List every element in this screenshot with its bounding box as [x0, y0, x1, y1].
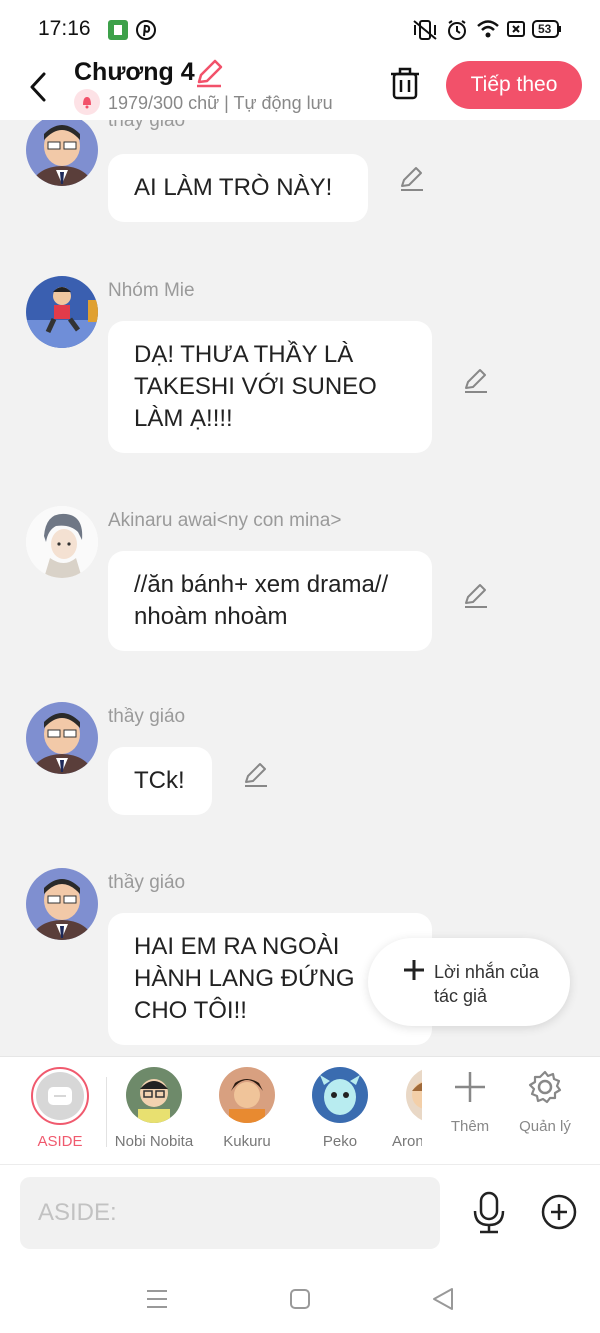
- edit-message-button[interactable]: [462, 581, 490, 609]
- delete-button[interactable]: [386, 64, 424, 102]
- message-bubble[interactable]: TCk!: [108, 747, 212, 815]
- character-strip: ASIDE Nobi Nobita Kukuru Peko Aron Thêm: [0, 1056, 600, 1164]
- status-time: 17:16: [38, 17, 91, 40]
- character-name: Nobi Nobita: [114, 1133, 194, 1150]
- chat-area[interactable]: thầy giáo AI LÀM TRÒ NÀY! Nhóm Mie DẠ! T…: [0, 120, 600, 1055]
- pencil-icon: [465, 369, 487, 393]
- plus-icon: [455, 1072, 485, 1102]
- character-aside[interactable]: ASIDE: [20, 1067, 100, 1150]
- avatar: [312, 1067, 368, 1123]
- back-nav-button[interactable]: [428, 1284, 458, 1314]
- alarm-icon: [446, 19, 468, 46]
- back-button[interactable]: [18, 64, 58, 104]
- pencil-icon: [197, 59, 223, 88]
- status-bar: 17:16 53: [0, 0, 600, 58]
- pencil-icon: [465, 584, 487, 608]
- system-nav-bar: [0, 1264, 600, 1333]
- home-square-icon: [290, 1289, 310, 1309]
- gear-icon: [528, 1070, 562, 1104]
- voice-input-button[interactable]: [470, 1191, 508, 1235]
- pinterest-icon: [136, 20, 156, 45]
- avatar: [126, 1067, 182, 1123]
- message-bubble[interactable]: AI LÀM TRÒ NÀY!: [108, 154, 368, 222]
- add-character-button[interactable]: Thêm: [435, 1069, 505, 1135]
- app-notification-icon: [108, 20, 128, 45]
- vibrate-off-icon: [412, 19, 438, 46]
- character-peko[interactable]: Peko: [300, 1067, 380, 1150]
- manage-characters-button[interactable]: Quản lý: [510, 1069, 580, 1135]
- sender-name: thầy giáo: [108, 706, 186, 727]
- pencil-icon: [245, 763, 267, 787]
- avatar-akinaru[interactable]: [26, 506, 98, 578]
- character-aron[interactable]: Aron: [392, 1067, 422, 1150]
- avatar-teacher[interactable]: [26, 702, 98, 774]
- character-nobita[interactable]: Nobi Nobita: [114, 1067, 194, 1150]
- message-icon: [48, 1087, 72, 1105]
- header: Chương 4 1979/300 chữ | Tự động lưu Tiếp…: [0, 58, 600, 120]
- back-triangle-icon: [433, 1288, 453, 1310]
- edit-title-button[interactable]: [194, 58, 224, 88]
- add-content-button[interactable]: [540, 1193, 578, 1231]
- autosave-indicator: [74, 89, 100, 115]
- character-name: ASIDE: [37, 1133, 83, 1150]
- sender-name: Nhóm Mie: [108, 280, 195, 301]
- battery-level: 53: [538, 22, 552, 36]
- avatar: [219, 1067, 275, 1123]
- plus-icon: [404, 960, 424, 980]
- menu-icon: [147, 1290, 167, 1308]
- next-button[interactable]: Tiếp theo: [446, 61, 582, 109]
- trash-icon: [391, 67, 419, 100]
- avatar: [406, 1067, 422, 1123]
- character-kukuru[interactable]: Kukuru: [207, 1067, 287, 1150]
- input-bar: [0, 1164, 600, 1264]
- message-input[interactable]: [20, 1177, 440, 1249]
- edit-message-button[interactable]: [242, 760, 270, 788]
- plus-circle-icon: [541, 1194, 577, 1230]
- message-bubble[interactable]: //ăn bánh+ xem drama// nhoàm nhoàm: [108, 551, 432, 651]
- aside-avatar: [31, 1067, 89, 1125]
- manage-label: Quản lý: [519, 1118, 571, 1135]
- avatar-teacher[interactable]: [26, 120, 98, 186]
- sender-name: thầy giáo: [108, 872, 186, 893]
- message-bubble[interactable]: DẠ! THƯA THẦY LÀ TAKESHI VỚI SUNEO LÀM Ạ…: [108, 321, 432, 453]
- home-nav-button[interactable]: [285, 1284, 315, 1314]
- add-label: Thêm: [450, 1118, 490, 1135]
- sender-name: thầy giáo: [108, 120, 186, 131]
- edit-message-button[interactable]: [462, 366, 490, 394]
- character-name: Kukuru: [223, 1133, 271, 1150]
- word-count-status: 1979/300 chữ | Tự động lưu: [108, 93, 333, 113]
- sim-off-icon: [506, 19, 526, 44]
- menu-nav-button[interactable]: [142, 1284, 172, 1314]
- pencil-icon: [401, 167, 423, 191]
- bell-icon: [83, 97, 91, 109]
- back-arrow-icon: [30, 72, 46, 102]
- avatar-teacher[interactable]: [26, 868, 98, 940]
- microphone-icon: [473, 1191, 505, 1234]
- edit-message-button[interactable]: [398, 164, 426, 192]
- character-name: Aron: [392, 1133, 422, 1150]
- author-note-label: Lời nhắn của tác giả: [434, 962, 539, 1006]
- avatar-group[interactable]: [26, 276, 98, 348]
- divider: [106, 1077, 107, 1147]
- sender-name: Akinaru awai<ny con mina>: [108, 510, 342, 531]
- chapter-title[interactable]: Chương 4: [74, 58, 195, 87]
- wifi-icon: [476, 19, 500, 44]
- character-name: Peko: [322, 1133, 358, 1150]
- author-note-button[interactable]: Lời nhắn của tác giả: [368, 938, 570, 1026]
